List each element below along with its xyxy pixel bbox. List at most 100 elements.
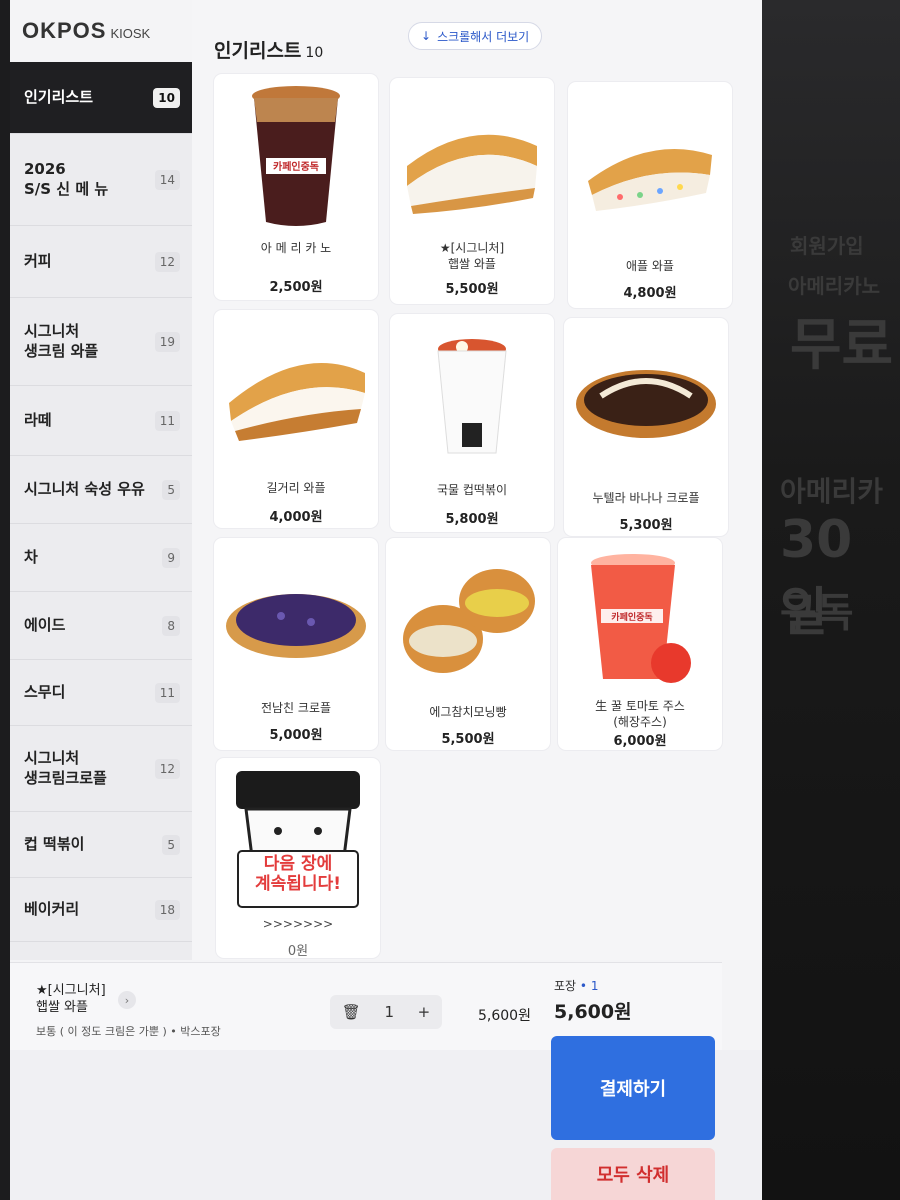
clear-all-button[interactable]: 모두 삭제 <box>551 1148 715 1200</box>
product-name: 에그참치모닝빵 <box>429 705 507 719</box>
category-bakery[interactable]: 베이커리 18 <box>10 878 192 942</box>
category-label: 컵 떡볶이 <box>24 834 85 853</box>
product-name: 生 꿀 토마토 주스 (해장주스) <box>595 699 685 730</box>
category-label: 시그니처 숙성 우유 <box>24 479 145 498</box>
category-count: 5 <box>162 479 180 500</box>
pack-count-number: 1 <box>590 979 599 993</box>
page-title-count: 10 <box>305 45 324 61</box>
category-signature-cream-waffle[interactable]: 시그니처 생크림 와플 19 <box>10 298 192 386</box>
product-card[interactable]: 카페인중독 아 메 리 카 노 2,500원 <box>214 74 378 300</box>
iced-americano-cup-icon: 카페인중독 <box>214 82 378 232</box>
category-label: 2026 S/S 신 메 뉴 <box>24 160 109 198</box>
category-cup-tteokbokki[interactable]: 컵 떡볶이 5 <box>10 812 192 878</box>
category-tea[interactable]: 차 9 <box>10 524 192 592</box>
pack-count-value: • 1 <box>579 979 599 993</box>
product-name: 애플 와플 <box>626 259 674 273</box>
page-title-text: 인기리스트 <box>214 40 302 62</box>
arrow-down-icon: ↓ <box>421 29 432 43</box>
product-card[interactable]: 전남친 크로플 5,000원 <box>214 538 378 750</box>
category-count: 11 <box>154 410 180 431</box>
category-label: 에이드 <box>24 615 66 634</box>
pay-button[interactable]: 결제하기 <box>551 1036 715 1140</box>
category-label: 인기리스트 <box>24 87 94 106</box>
category-ade[interactable]: 에이드 8 <box>10 592 192 660</box>
category-count: 14 <box>154 169 180 190</box>
product-name: ★[시그니처] 햅쌀 와플 <box>439 241 505 272</box>
product-card[interactable]: 국물 컵떡볶이 5,800원 <box>390 314 554 532</box>
category-signature-cream-croffle[interactable]: 시그니처 생크림크로플 12 <box>10 726 192 812</box>
product-card[interactable]: 다음 장에 계속됩니다! >>>>>>> 0원 <box>216 758 380 959</box>
product-price: 5,500원 <box>441 732 495 747</box>
cream-waffle-icon <box>390 86 554 236</box>
product-price: 5,000원 <box>269 728 323 743</box>
apple-waffle-icon <box>568 90 732 240</box>
order-item-name: ★[시그니처] 햅쌀 와플 <box>36 983 106 1015</box>
category-signature-milk[interactable]: 시그니처 숙성 우유 5 <box>10 456 192 524</box>
product-name: >>>>>>> <box>262 917 334 931</box>
category-label: 시그니처 생크림 와플 <box>24 322 99 360</box>
product-name: 전남친 크로플 <box>260 701 332 715</box>
product-card[interactable]: 애플 와플 4,800원 <box>568 82 732 308</box>
category-label: 라떼 <box>24 410 52 429</box>
kiosk-screen: OKPOS KIOSK 인기리스트 10 2026 S/S 신 메 뉴 14 커… <box>10 0 762 1200</box>
product-name: 국물 컵떡볶이 <box>436 483 508 497</box>
category-count: 11 <box>154 682 180 703</box>
category-count: 5 <box>162 834 180 855</box>
street-waffle-icon <box>214 318 378 468</box>
product-price: 5,500원 <box>445 282 499 297</box>
category-smoothie[interactable]: 스무디 11 <box>10 660 192 726</box>
scroll-more-label: 스크롤해서 더보기 <box>437 29 530 44</box>
product-name: 누텔라 바나나 크로플 <box>592 491 700 505</box>
brand-sub: KIOSK <box>110 25 151 41</box>
product-price: 4,800원 <box>623 286 677 301</box>
product-panel: 인기리스트 10 ↓ 스크롤해서 더보기 카페인중독 아 메 리 카 노 2,5… <box>192 0 762 960</box>
product-card[interactable]: 길거리 와플 4,000원 <box>214 310 378 528</box>
category-count: 18 <box>154 899 180 920</box>
plus-icon[interactable]: + <box>418 1003 431 1021</box>
category-count: 9 <box>162 547 180 568</box>
category-sidebar: OKPOS KIOSK 인기리스트 10 2026 S/S 신 메 뉴 14 커… <box>10 0 192 960</box>
product-card[interactable]: ★[시그니처] 햅쌀 와플 5,500원 <box>390 78 554 304</box>
morning-bread-icon <box>386 546 550 696</box>
product-name: 아 메 리 카 노 <box>260 241 332 255</box>
tomato-juice-icon: 카페인중독 <box>558 546 722 696</box>
category-latte[interactable]: 라떼 11 <box>10 386 192 456</box>
category-label: 시그니처 생크림크로플 <box>24 749 107 787</box>
category-new-menu[interactable]: 2026 S/S 신 메 뉴 14 <box>10 134 192 226</box>
order-item-price: 5,600원 <box>478 1008 531 1024</box>
trash-icon[interactable]: 🗑 <box>342 1003 361 1021</box>
category-coffee[interactable]: 커피 12 <box>10 226 192 298</box>
quantity-value: 1 <box>384 1003 394 1021</box>
svg-text:카페인중독: 카페인중독 <box>611 611 652 623</box>
product-price: 5,800원 <box>445 512 499 527</box>
page-title: 인기리스트 10 <box>214 36 323 63</box>
chevron-right-icon[interactable]: › <box>118 991 136 1009</box>
category-count: 12 <box>154 758 180 779</box>
category-label: 스무디 <box>24 682 66 701</box>
pack-count: 포장 • 1 <box>554 977 598 994</box>
product-card[interactable]: 에그참치모닝빵 5,500원 <box>386 538 550 750</box>
nutella-croffle-icon <box>564 326 728 476</box>
order-item-options: 보통 ( 이 정도 크림은 가뿐 ) • 박스포장 <box>36 1025 221 1038</box>
category-popular[interactable]: 인기리스트 10 <box>10 62 192 134</box>
product-price: 5,300원 <box>619 518 673 533</box>
pack-label: 포장 <box>554 979 577 993</box>
category-count: 12 <box>154 251 180 272</box>
product-card[interactable]: 누텔라 바나나 크로플 5,300원 <box>564 318 728 536</box>
order-total: 5,600원 <box>554 1001 632 1023</box>
category-label: 베이커리 <box>24 899 80 918</box>
product-name: 길거리 와플 <box>266 481 326 495</box>
svg-text:카페인중독: 카페인중독 <box>273 160 319 173</box>
category-label: 차 <box>24 547 38 566</box>
product-card[interactable]: 카페인중독 生 꿀 토마토 주스 (해장주스) 6,000원 <box>558 538 722 750</box>
product-price: 6,000원 <box>613 734 667 749</box>
product-price: 2,500원 <box>269 280 323 295</box>
brand-name: OKPOS <box>22 18 107 43</box>
scroll-more-button[interactable]: ↓ 스크롤해서 더보기 <box>408 22 543 50</box>
category-count: 10 <box>153 87 180 108</box>
cup-tteokbokki-icon <box>390 322 554 472</box>
category-count: 8 <box>162 615 180 636</box>
product-price: 4,000원 <box>269 510 323 525</box>
category-label: 커피 <box>24 251 52 270</box>
next-page-banner: 다음 장에 계속됩니다! <box>255 854 341 895</box>
